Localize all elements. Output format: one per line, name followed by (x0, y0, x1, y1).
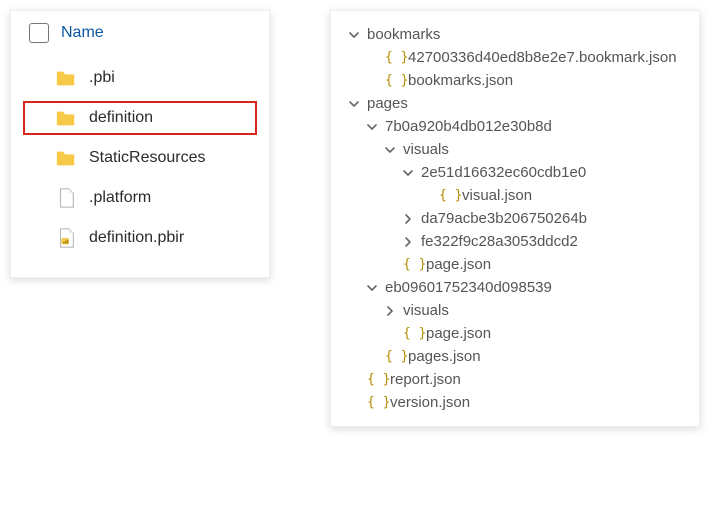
file-item-StaticResources[interactable]: StaticResources (11, 141, 269, 175)
tree-label: page.json (426, 256, 491, 273)
folder-icon (55, 147, 77, 169)
file-list-panel: Name .pbi definition StaticResources .platf… (10, 10, 270, 278)
tree-label: 2e51d16632ec60cdb1e0 (421, 164, 586, 181)
tree-row[interactable]: { } page.json (337, 322, 691, 345)
file-list: .pbi definition StaticResources .platform de… (11, 51, 269, 265)
tree-row[interactable]: { } pages.json (337, 345, 691, 368)
tree-row[interactable]: 7b0a920b4db012e30b8d (337, 115, 691, 138)
json-file-icon: { } (439, 188, 455, 203)
pbir-file-icon (55, 227, 77, 249)
file-item-label: definition.pbir (89, 229, 184, 247)
file-item-label: StaticResources (89, 149, 206, 167)
file-item-definition[interactable]: definition (23, 101, 257, 135)
folder-icon (55, 67, 77, 89)
tree-panel: bookmarks { } 42700336d40ed8b8e2e7.bookmar… (330, 10, 700, 427)
json-file-icon: { } (367, 395, 383, 410)
select-all-checkbox[interactable] (29, 23, 49, 43)
json-file-icon: { } (385, 349, 401, 364)
tree-label: visuals (403, 302, 449, 319)
tree-row[interactable]: pages (337, 92, 691, 115)
tree-label: report.json (390, 371, 461, 388)
twisty-spacer (366, 52, 378, 64)
tree-row[interactable]: { } page.json (337, 253, 691, 276)
chevron-right-icon[interactable] (402, 213, 414, 225)
tree-label: bookmarks (367, 26, 440, 43)
tree-label: visual.json (462, 187, 532, 204)
tree-row[interactable]: visuals (337, 138, 691, 161)
tree-row[interactable]: { } report.json (337, 368, 691, 391)
tree-row[interactable]: fe322f9c28a3053ddcd2 (337, 230, 691, 253)
file-item--platform[interactable]: .platform (11, 181, 269, 215)
chevron-right-icon[interactable] (384, 305, 396, 317)
file-tree: bookmarks { } 42700336d40ed8b8e2e7.bookmar… (337, 23, 691, 414)
file-icon (55, 187, 77, 209)
twisty-spacer (420, 190, 432, 202)
twisty-spacer (384, 328, 396, 340)
tree-row[interactable]: 2e51d16632ec60cdb1e0 (337, 161, 691, 184)
file-list-header: Name (11, 23, 269, 51)
column-header-name[interactable]: Name (61, 24, 104, 42)
chevron-down-icon[interactable] (348, 98, 360, 110)
file-item-label: definition (89, 109, 153, 127)
chevron-down-icon[interactable] (384, 144, 396, 156)
json-file-icon: { } (403, 257, 419, 272)
twisty-spacer (366, 75, 378, 87)
twisty-spacer (366, 351, 378, 363)
tree-label: page.json (426, 325, 491, 342)
tree-label: pages (367, 95, 408, 112)
json-file-icon: { } (403, 326, 419, 341)
tree-row[interactable]: visuals (337, 299, 691, 322)
chevron-down-icon[interactable] (402, 167, 414, 179)
tree-row[interactable]: { } version.json (337, 391, 691, 414)
tree-row[interactable]: { } bookmarks.json (337, 69, 691, 92)
tree-row[interactable]: { } 42700336d40ed8b8e2e7.bookmark.json (337, 46, 691, 69)
tree-label: 7b0a920b4db012e30b8d (385, 118, 552, 135)
chevron-down-icon[interactable] (348, 29, 360, 41)
json-file-icon: { } (367, 372, 383, 387)
tree-label: da79acbe3b206750264b (421, 210, 587, 227)
tree-row[interactable]: { } visual.json (337, 184, 691, 207)
file-item-definition-pbir[interactable]: definition.pbir (11, 221, 269, 255)
folder-icon (55, 107, 77, 129)
tree-label: version.json (390, 394, 470, 411)
chevron-down-icon[interactable] (366, 121, 378, 133)
tree-label: pages.json (408, 348, 481, 365)
tree-label: eb09601752340d098539 (385, 279, 552, 296)
tree-label: bookmarks.json (408, 72, 513, 89)
tree-label: fe322f9c28a3053ddcd2 (421, 233, 578, 250)
file-item-label: .platform (89, 189, 151, 207)
file-item-label: .pbi (89, 69, 115, 87)
chevron-right-icon[interactable] (402, 236, 414, 248)
tree-row[interactable]: eb09601752340d098539 (337, 276, 691, 299)
twisty-spacer (384, 259, 396, 271)
tree-row[interactable]: bookmarks (337, 23, 691, 46)
chevron-down-icon[interactable] (366, 282, 378, 294)
tree-row[interactable]: da79acbe3b206750264b (337, 207, 691, 230)
twisty-spacer (348, 374, 360, 386)
twisty-spacer (348, 397, 360, 409)
tree-label: 42700336d40ed8b8e2e7.bookmark.json (408, 49, 677, 66)
file-item--pbi[interactable]: .pbi (11, 61, 269, 95)
json-file-icon: { } (385, 50, 401, 65)
json-file-icon: { } (385, 73, 401, 88)
tree-label: visuals (403, 141, 449, 158)
